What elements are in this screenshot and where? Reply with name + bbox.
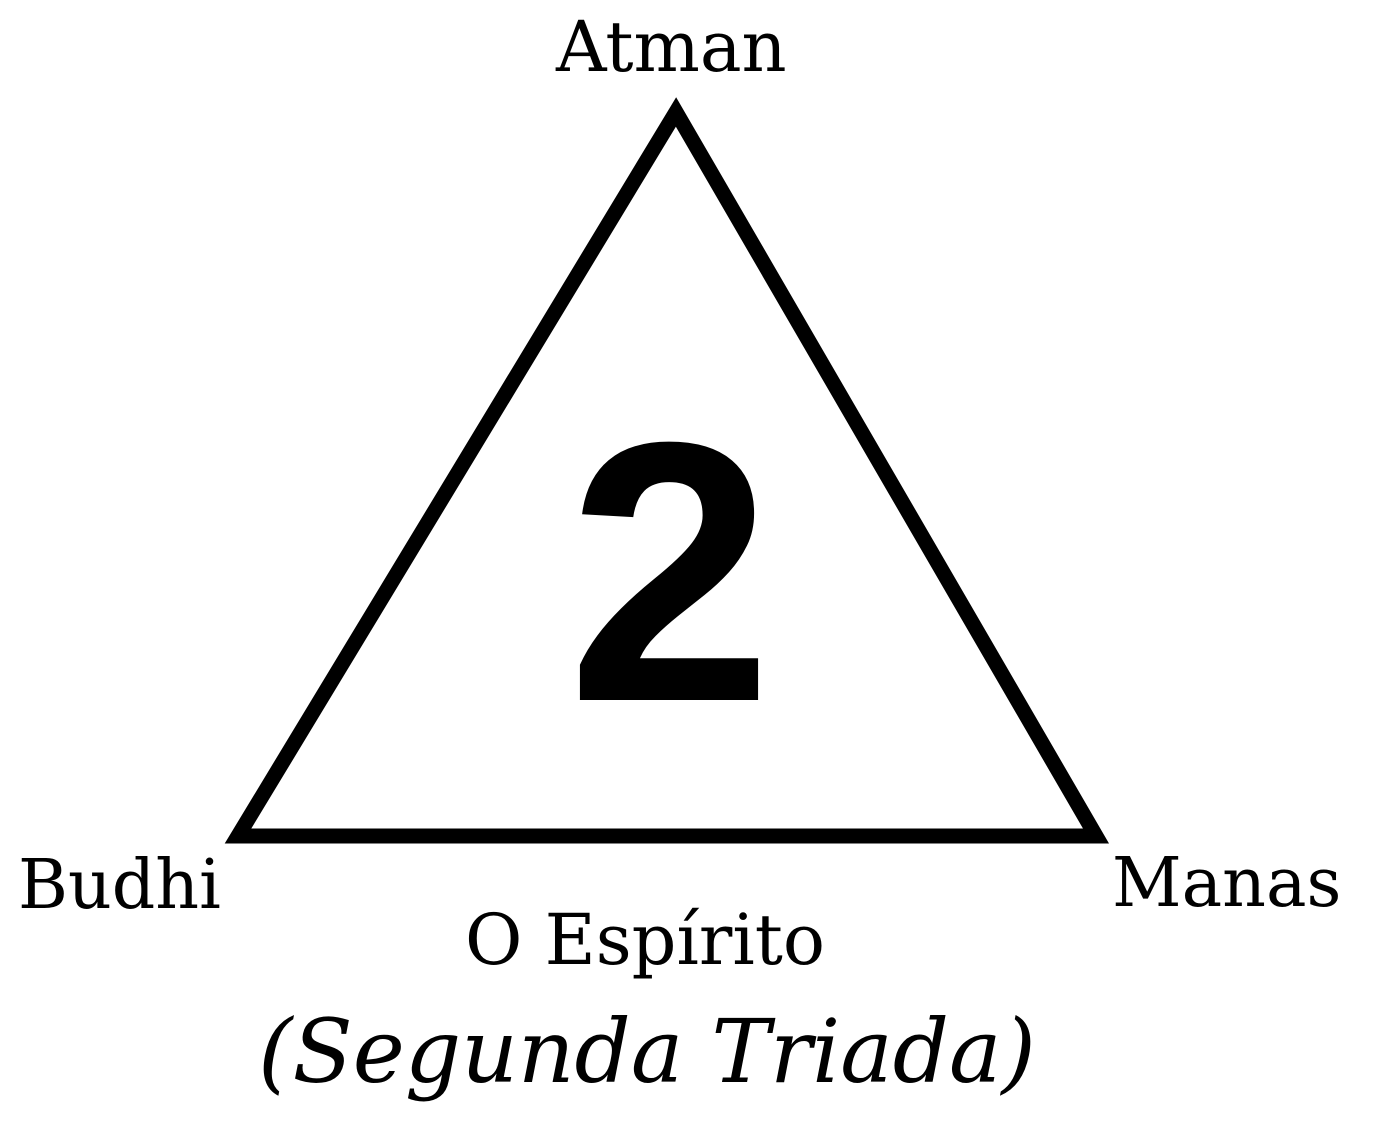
caption-subtitle: (Segunda Triada) xyxy=(258,1000,1036,1103)
caption-title: O Espírito xyxy=(465,899,825,981)
triad-diagram: Atman Budhi Manas 2 O Espírito (Segunda … xyxy=(0,0,1384,1121)
triangle-center-number: 2 xyxy=(567,366,773,779)
vertex-label-top: Atman xyxy=(556,6,787,88)
